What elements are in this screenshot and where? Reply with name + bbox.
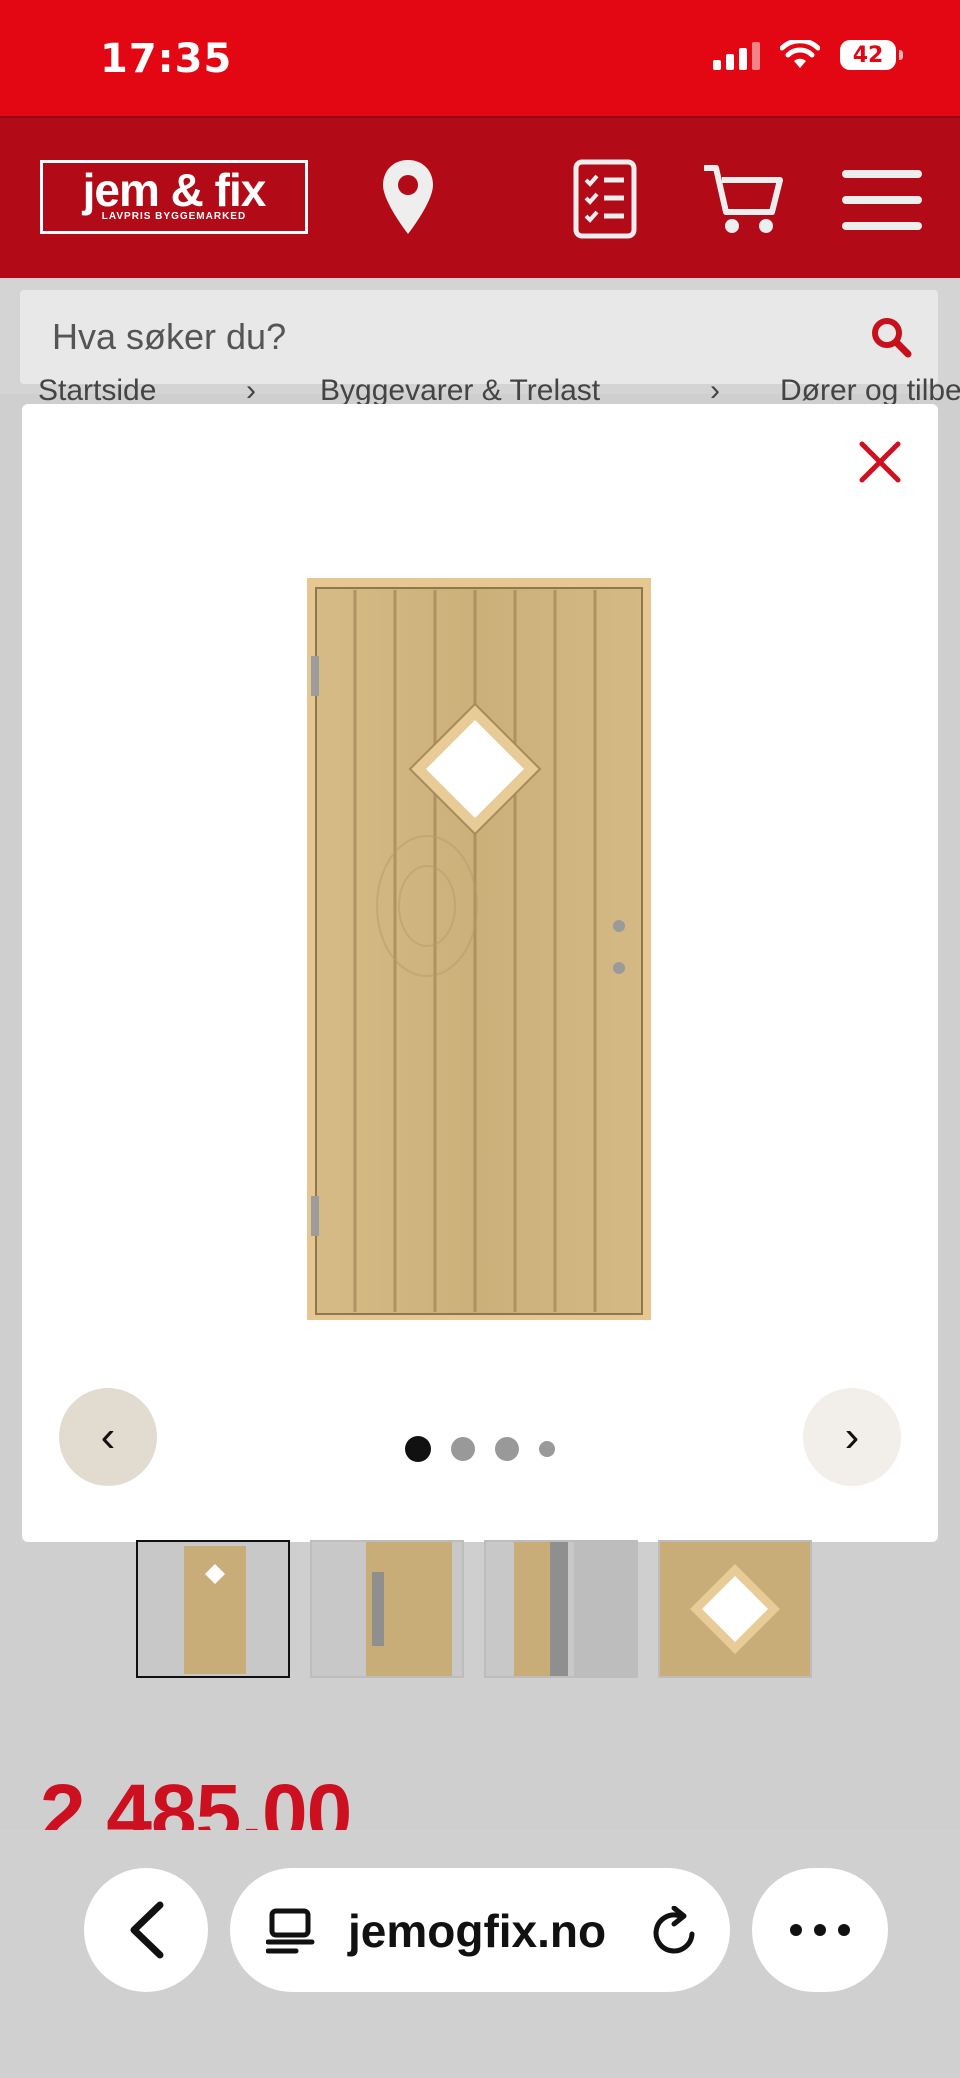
thumbnail-lock-detail[interactable] <box>484 1540 638 1678</box>
page-settings-icon[interactable] <box>266 1908 316 1954</box>
thumbnail-hinge-detail[interactable] <box>310 1540 464 1678</box>
search-icon[interactable] <box>870 316 912 358</box>
thumbnail-image <box>366 1542 452 1676</box>
more-dot <box>838 1924 850 1936</box>
door-image <box>307 578 651 1320</box>
browser-url: jemogfix.no <box>348 1905 607 1957</box>
image-gallery-modal: ‹ › <box>22 404 938 1542</box>
search-box <box>20 290 938 384</box>
logo-text: jem & fix <box>82 164 267 216</box>
pagination-dot[interactable] <box>451 1437 475 1461</box>
browser-toolbar: jemogfix.no <box>0 1830 960 2078</box>
search-input[interactable] <box>50 308 854 366</box>
thumbnail-strip <box>136 1540 812 1678</box>
thumbnail-image <box>514 1542 636 1676</box>
pagination-dot[interactable] <box>495 1437 519 1461</box>
browser-more-button[interactable] <box>752 1868 888 1992</box>
chevron-left-icon <box>130 1901 164 1959</box>
browser-back-button[interactable] <box>84 1868 208 1992</box>
pagination-dot-active[interactable] <box>405 1436 431 1462</box>
browser-address-bar[interactable]: jemogfix.no <box>230 1868 730 1992</box>
battery-icon: 42 <box>840 40 903 70</box>
more-dot <box>790 1924 802 1936</box>
search-bar-container <box>0 278 960 394</box>
status-icons: 42 <box>713 40 903 70</box>
thumbnail-image <box>660 1542 810 1676</box>
signal-icon <box>713 40 760 70</box>
cart-icon[interactable] <box>702 162 784 236</box>
more-dot <box>814 1924 826 1936</box>
location-icon[interactable] <box>380 158 436 238</box>
shopping-list-icon[interactable] <box>572 158 638 240</box>
product-price: 2 485,00 <box>40 1768 352 1830</box>
menu-icon[interactable] <box>842 168 922 232</box>
wifi-icon <box>780 40 820 68</box>
gallery-pagination <box>22 1436 938 1462</box>
site-logo[interactable]: jem & fix LAVPRIS BYGGEMARKED <box>40 160 308 234</box>
thumbnail-door-full[interactable] <box>136 1540 290 1678</box>
status-time: 17:35 <box>100 36 233 82</box>
site-header: jem & fix LAVPRIS BYGGEMARKED <box>0 116 960 280</box>
status-bar: 17:35 42 <box>0 0 960 116</box>
thumbnail-image <box>184 1546 246 1674</box>
thumbnail-window-detail[interactable] <box>658 1540 812 1678</box>
close-icon[interactable] <box>858 440 902 484</box>
reload-icon[interactable] <box>650 1906 700 1958</box>
pagination-dot[interactable] <box>539 1441 555 1457</box>
